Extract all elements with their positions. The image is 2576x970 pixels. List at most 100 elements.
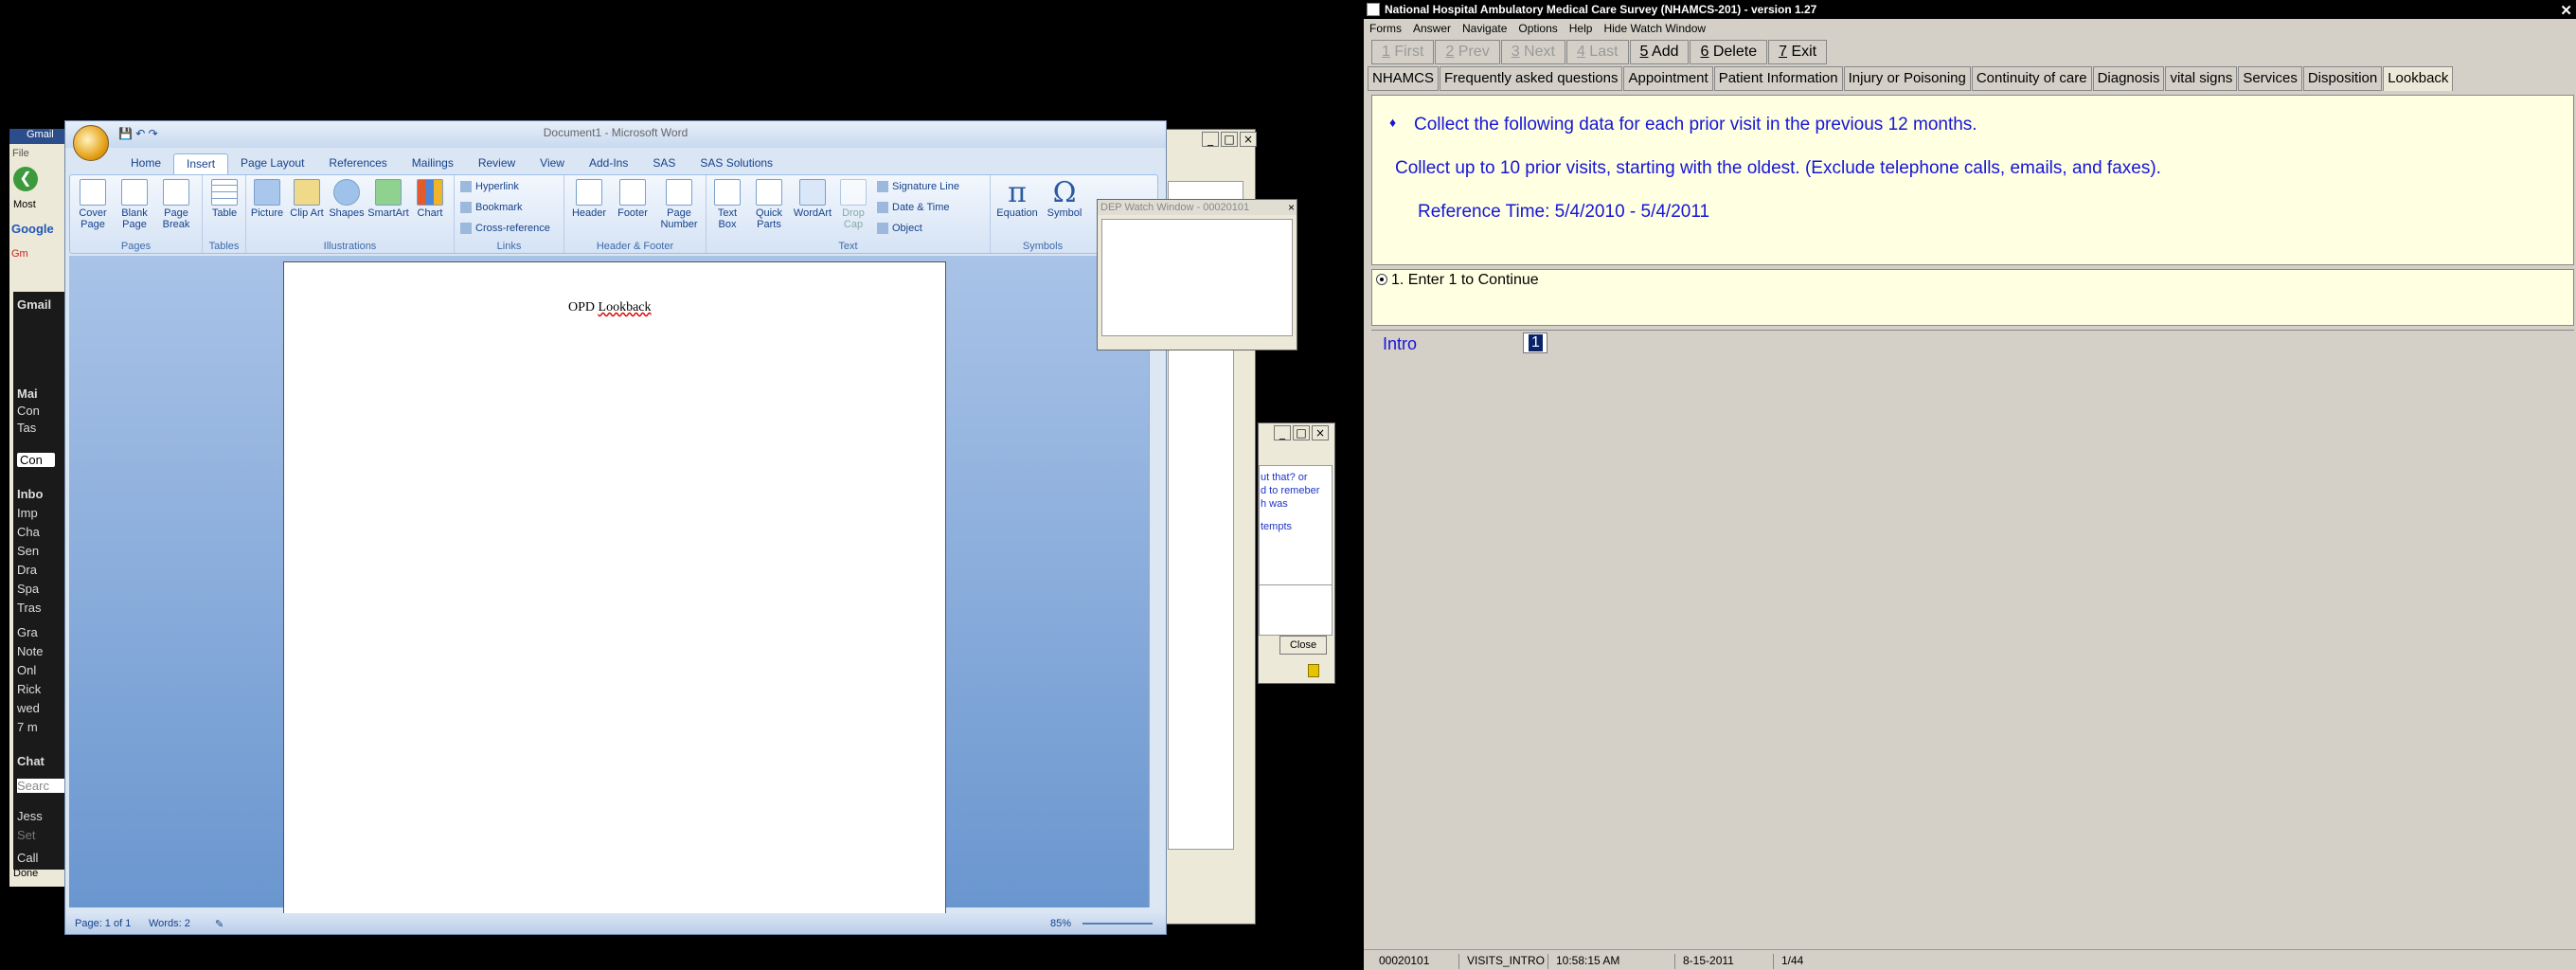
tab-services[interactable]: Services <box>2238 66 2302 91</box>
minimize-icon[interactable]: _ <box>1274 425 1291 440</box>
tab-nhamcs[interactable]: NHAMCS <box>1368 66 1440 91</box>
text-box-button[interactable]: Text Box <box>708 179 746 230</box>
quick-access-toolbar[interactable]: 💾 ↶ ↷ <box>118 127 158 140</box>
tab-sas[interactable]: SAS <box>640 153 688 174</box>
close-button[interactable]: Close <box>1279 636 1327 655</box>
object-button[interactable]: Object <box>877 223 922 235</box>
drop-cap-button[interactable]: Drop Cap <box>835 179 871 230</box>
tab-faq[interactable]: Frequently asked questions <box>1440 66 1623 91</box>
blank-page-button[interactable]: Blank Page <box>116 179 153 230</box>
delete-button[interactable]: 6 Delete <box>1690 40 1768 64</box>
gmail-item[interactable]: Tras <box>17 601 68 615</box>
answer-option[interactable]: 1. Enter 1 to Continue <box>1391 272 1539 289</box>
hyperlink-button[interactable]: Hyperlink <box>460 181 519 193</box>
proofing-icon[interactable]: ✎ <box>215 918 224 930</box>
gmail-tab[interactable]: Gm <box>11 248 28 260</box>
tab-home[interactable]: Home <box>118 153 173 174</box>
gmail-item-inbox[interactable]: Inbo <box>17 487 68 501</box>
shapes-button[interactable]: Shapes <box>328 179 366 219</box>
last-button[interactable]: 4 Last <box>1565 40 1629 64</box>
bookmark-most-visited[interactable]: Most <box>13 199 36 210</box>
tab-page-layout[interactable]: Page Layout <box>228 153 316 174</box>
status-words[interactable]: Words: 2 <box>149 918 190 929</box>
tab-vital-signs[interactable]: vital signs <box>2165 66 2238 91</box>
page-number-button[interactable]: Page Number <box>655 179 703 230</box>
gmail-item[interactable]: wed <box>17 701 68 715</box>
chat-call[interactable]: Call <box>17 851 68 865</box>
menu-answer[interactable]: Answer <box>1407 20 1457 39</box>
date-time-button[interactable]: Date & Time <box>877 202 950 214</box>
page-break-button[interactable]: Page Break <box>157 179 195 230</box>
back-button[interactable]: ❮ <box>13 167 38 191</box>
maximize-icon[interactable]: □ <box>1221 132 1238 147</box>
close-icon[interactable]: ✕ <box>2560 2 2572 21</box>
bookmark-button[interactable]: Bookmark <box>460 202 523 214</box>
tab-add-ins[interactable]: Add-Ins <box>577 153 640 174</box>
close-icon[interactable]: × <box>1240 132 1257 147</box>
tab-patient-information[interactable]: Patient Information <box>1713 66 1843 91</box>
menu-navigate[interactable]: Navigate <box>1457 20 1512 39</box>
footer-button[interactable]: Footer <box>612 179 653 219</box>
chart-button[interactable]: Chart <box>411 179 449 219</box>
zoom-level[interactable]: 85% <box>1050 918 1071 929</box>
tab-appointment[interactable]: Appointment <box>1623 66 1713 91</box>
exit-button[interactable]: 7 Exit <box>1768 40 1828 64</box>
help-input-pane[interactable] <box>1259 584 1333 636</box>
tab-sas-solutions[interactable]: SAS Solutions <box>688 153 785 174</box>
minimize-icon[interactable]: _ <box>1202 132 1219 147</box>
menu-help[interactable]: Help <box>1564 20 1599 39</box>
chat-setting[interactable]: Set <box>17 828 68 842</box>
document-page[interactable]: OPD Lookback <box>283 261 946 915</box>
gmail-item[interactable]: Note <box>17 644 68 658</box>
vertical-scrollbar[interactable] <box>1149 256 1164 907</box>
gmail-item[interactable]: Onl <box>17 663 68 677</box>
tab-insert[interactable]: Insert <box>173 153 229 174</box>
cross-reference-button[interactable]: Cross-reference <box>460 223 550 235</box>
tab-lookback[interactable]: Lookback <box>2383 66 2454 91</box>
tab-disposition[interactable]: Disposition <box>2302 66 2383 91</box>
tab-review[interactable]: Review <box>466 153 528 174</box>
zoom-slider[interactable] <box>1082 923 1153 925</box>
gmail-item[interactable]: Cha <box>17 525 68 539</box>
address-input[interactable] <box>1168 181 1243 200</box>
prev-button[interactable]: 2 Prev <box>1435 40 1500 64</box>
quick-parts-button[interactable]: Quick Parts <box>748 179 790 230</box>
table-button[interactable]: Table <box>206 179 242 219</box>
tab-diagnosis[interactable]: Diagnosis <box>2092 66 2165 91</box>
menu-options[interactable]: Options <box>1512 20 1563 39</box>
smartart-button[interactable]: SmartArt <box>367 179 409 219</box>
close-icon[interactable]: × <box>1312 425 1329 440</box>
gmail-item[interactable]: Tas <box>17 421 68 435</box>
cover-page-button[interactable]: Cover Page <box>74 179 112 230</box>
browser-menu-file[interactable]: File <box>12 148 29 159</box>
signature-line-button[interactable]: Signature Line <box>877 181 959 193</box>
gmail-item[interactable]: Mai <box>17 386 68 401</box>
tab-continuity-of-care[interactable]: Continuity of care <box>1971 66 2092 91</box>
tab-references[interactable]: References <box>316 153 399 174</box>
close-icon[interactable]: × <box>1288 201 1295 214</box>
gmail-item[interactable]: 7 m <box>17 720 68 734</box>
chat-contact[interactable]: Jess <box>17 809 68 823</box>
maximize-icon[interactable]: □ <box>1293 425 1310 440</box>
document-text[interactable]: OPD Lookback <box>568 300 652 315</box>
tab-injury-or-poisoning[interactable]: Injury or Poisoning <box>1843 66 1971 91</box>
menu-hide-watch-window[interactable]: Hide Watch Window <box>1598 20 1711 39</box>
gmail-item[interactable]: Con <box>17 404 68 418</box>
tab-view[interactable]: View <box>528 153 577 174</box>
wordart-button[interactable]: WordArt <box>792 179 833 219</box>
clip-art-button[interactable]: Clip Art <box>288 179 326 219</box>
radio-icon[interactable] <box>1376 274 1387 285</box>
gmail-item[interactable]: Spa <box>17 582 68 596</box>
first-button[interactable]: 1 First <box>1371 40 1435 64</box>
gmail-item[interactable]: Sen <box>17 544 68 558</box>
equation-button[interactable]: π Equation <box>994 179 1040 220</box>
status-page[interactable]: Page: 1 of 1 <box>75 918 131 929</box>
gmail-item[interactable]: Rick <box>17 682 68 696</box>
add-button[interactable]: 5 Add <box>1629 40 1690 64</box>
tab-mailings[interactable]: Mailings <box>400 153 466 174</box>
chat-search-input[interactable]: Searc <box>17 779 64 793</box>
next-button[interactable]: 3 Next <box>1500 40 1565 64</box>
gmail-item[interactable]: Dra <box>17 563 68 577</box>
gmail-item[interactable]: Imp <box>17 506 68 520</box>
symbol-button[interactable]: Ω Symbol <box>1042 179 1087 220</box>
